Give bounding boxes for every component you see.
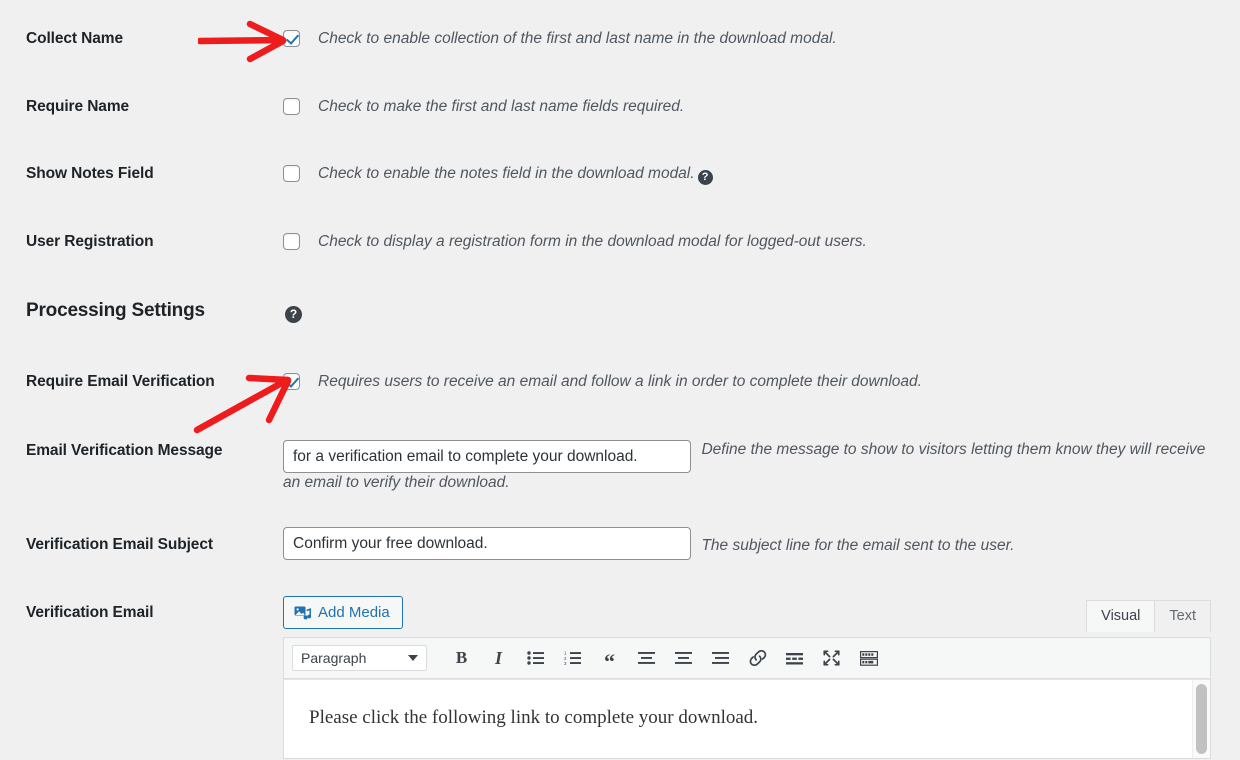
label-verification-email: Verification Email bbox=[26, 604, 154, 621]
editor-scrollbar-thumb[interactable] bbox=[1196, 684, 1207, 754]
require-name-description: Check to make the first and last name fi… bbox=[318, 98, 685, 115]
collect-name-description: Check to enable collection of the first … bbox=[318, 30, 837, 47]
label-show-notes-field: Show Notes Field bbox=[26, 165, 154, 182]
fullscreen-icon[interactable] bbox=[813, 643, 850, 673]
require-name-checkbox[interactable] bbox=[283, 98, 300, 115]
show-notes-field-description: Check to enable the notes field in the d… bbox=[318, 164, 713, 185]
chevron-down-icon bbox=[408, 655, 418, 661]
format-select-value: Paragraph bbox=[301, 650, 367, 666]
add-media-icon bbox=[294, 605, 311, 621]
svg-text:3: 3 bbox=[564, 661, 567, 665]
label-email-verification-message: Email Verification Message bbox=[26, 442, 223, 459]
verification-email-subject-description: The subject line for the email sent to t… bbox=[701, 537, 1015, 554]
verification-email-subject-input[interactable] bbox=[283, 527, 691, 560]
section-heading-processing-settings: Processing Settings bbox=[26, 300, 205, 321]
show-notes-field-checkbox[interactable] bbox=[283, 165, 300, 182]
editor-toolbar: Paragraph B I 1 2 3 “ bbox=[284, 638, 1210, 679]
format-select[interactable]: Paragraph bbox=[292, 645, 427, 671]
tab-text[interactable]: Text bbox=[1154, 600, 1211, 632]
label-collect-name: Collect Name bbox=[26, 30, 123, 47]
require-email-verification-description: Requires users to receive an email and f… bbox=[318, 373, 922, 390]
numbered-list-icon[interactable]: 1 2 3 bbox=[554, 643, 591, 673]
editor-box: Paragraph B I 1 2 3 “ Please click the f… bbox=[283, 637, 1211, 759]
verification-email-editor: Add Media Visual Text Paragraph B I 1 2 … bbox=[283, 596, 1211, 759]
tab-visual[interactable]: Visual bbox=[1086, 600, 1156, 632]
label-require-name: Require Name bbox=[26, 98, 130, 115]
align-left-icon[interactable] bbox=[628, 643, 665, 673]
insert-more-icon[interactable] bbox=[776, 643, 813, 673]
user-registration-description: Check to display a registration form in … bbox=[318, 233, 867, 250]
italic-icon[interactable]: I bbox=[480, 643, 517, 673]
bulleted-list-icon[interactable] bbox=[517, 643, 554, 673]
require-email-verification-checkbox[interactable] bbox=[283, 373, 300, 390]
align-center-icon[interactable] bbox=[665, 643, 702, 673]
blockquote-icon[interactable]: “ bbox=[591, 640, 628, 677]
label-user-registration: User Registration bbox=[26, 233, 154, 250]
help-icon[interactable]: ? bbox=[285, 306, 302, 323]
show-notes-field-description-text: Check to enable the notes field in the d… bbox=[318, 165, 695, 182]
help-icon[interactable]: ? bbox=[697, 170, 713, 185]
settings-form: Collect Name Check to enable collection … bbox=[0, 0, 1240, 760]
section-help-wrapper: ? bbox=[285, 303, 302, 323]
label-verification-email-subject: Verification Email Subject bbox=[26, 536, 213, 553]
link-icon[interactable] bbox=[739, 643, 776, 673]
add-media-button[interactable]: Add Media bbox=[283, 596, 403, 629]
add-media-label: Add Media bbox=[318, 604, 390, 621]
collect-name-checkbox[interactable] bbox=[283, 30, 300, 47]
editor-content-area[interactable]: Please click the following link to compl… bbox=[284, 679, 1210, 758]
bold-icon[interactable]: B bbox=[443, 643, 480, 673]
editor-scrollbar[interactable] bbox=[1192, 680, 1210, 758]
editor-tabs: Visual Text bbox=[1086, 600, 1211, 632]
editor-content-text: Please click the following link to compl… bbox=[309, 707, 759, 728]
user-registration-checkbox[interactable] bbox=[283, 233, 300, 250]
label-require-email-verification: Require Email Verification bbox=[26, 373, 215, 390]
toolbar-toggle-icon[interactable] bbox=[850, 643, 887, 673]
email-verification-message-input[interactable] bbox=[283, 440, 691, 473]
align-right-icon[interactable] bbox=[702, 643, 739, 673]
